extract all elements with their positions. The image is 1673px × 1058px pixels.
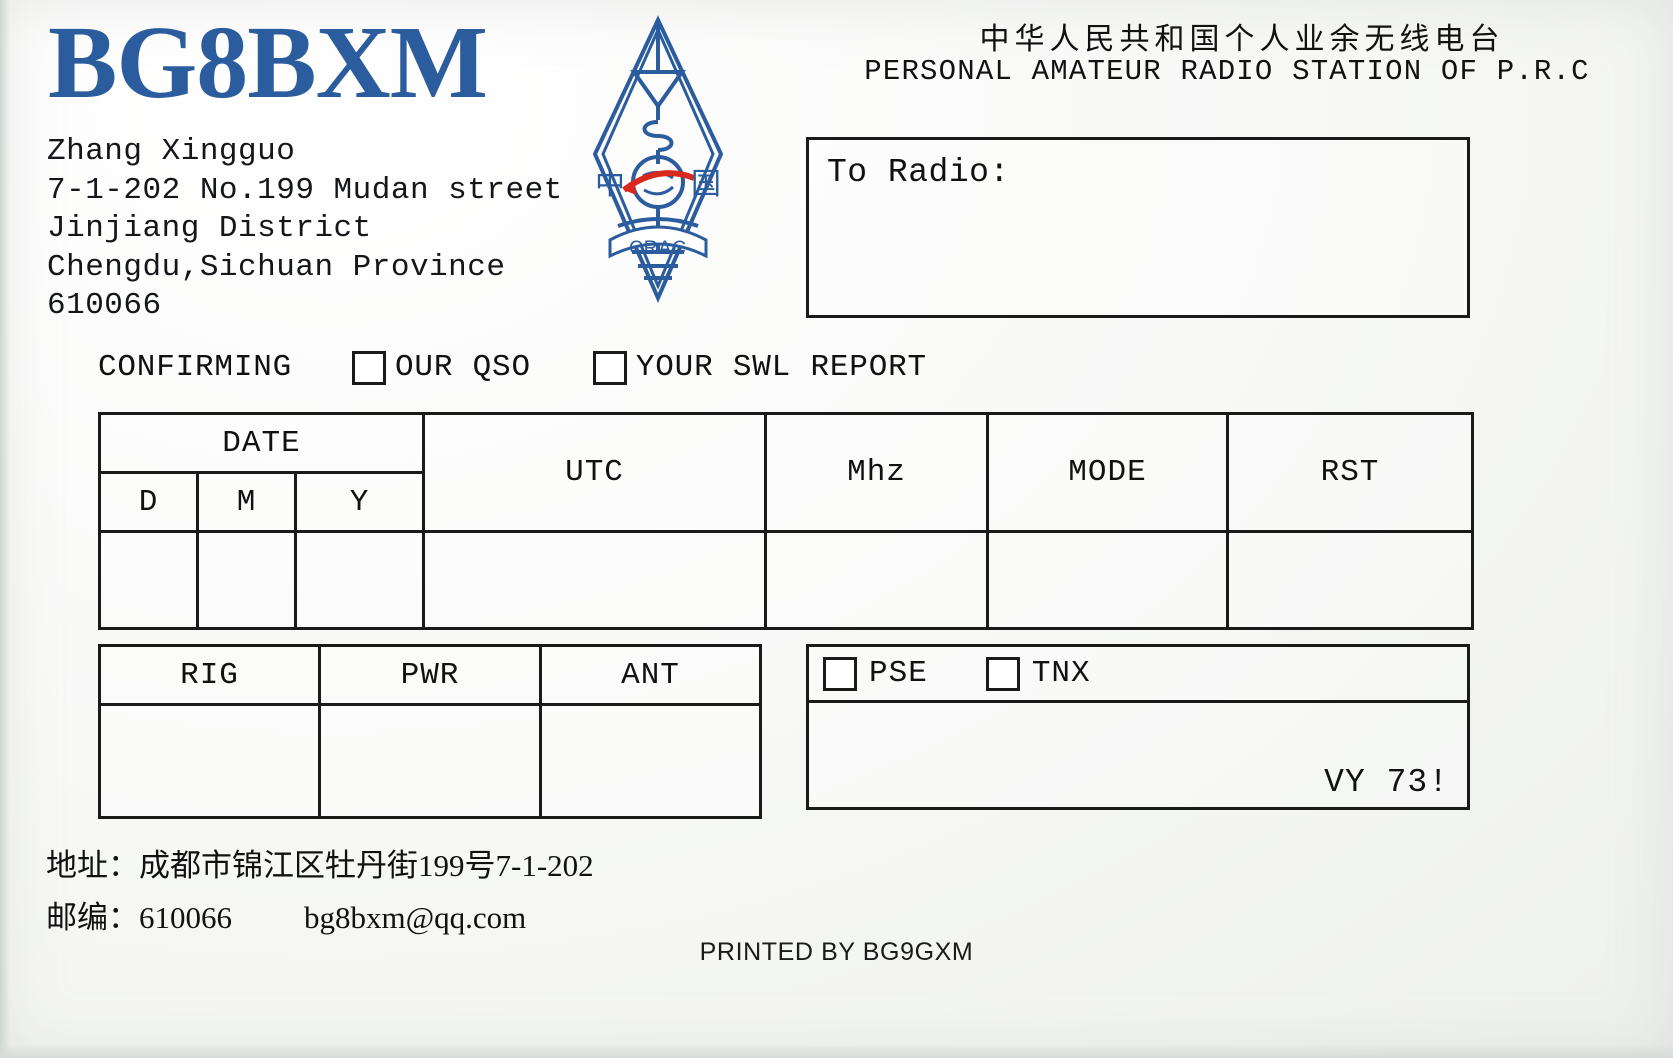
qsl-card: BG8BXM Zhang Xingguo 7-1-202 No.199 Muda…	[0, 0, 1673, 1058]
pse-tnx-box: PSE TNX VY 73!	[806, 644, 1470, 810]
crac-logo: 中 国 CRAC	[588, 14, 728, 304]
footer-zip-label: 邮编：	[46, 900, 139, 935]
qso-table-header-row: DATE UTC Mhz MODE RST	[98, 412, 1474, 533]
footer-address-label: 地址：	[46, 848, 139, 883]
tnx-label: TNX	[1031, 656, 1091, 691]
pse-label: PSE	[869, 656, 928, 691]
checkbox-our-qso[interactable]	[352, 350, 387, 385]
confirming-label: CONFIRMING	[98, 350, 293, 385]
footer-address-row: 地址： 成都市锦江区牡丹街199号7-1-202	[46, 840, 594, 892]
confirming-option-label: OUR QSO	[395, 350, 531, 385]
header-title-english: PERSONAL AMATEUR RADIO STATION OF P.R.C	[864, 55, 1590, 88]
qso-value-mhz[interactable]	[764, 530, 989, 630]
confirming-row: CONFIRMING OUR QSO YOUR SWL REPORT	[98, 350, 927, 385]
footer-address-chinese: 地址： 成都市锦江区牡丹街199号7-1-202 邮编： 610066 bg8b…	[46, 840, 594, 944]
logo-char-right: 国	[691, 168, 721, 201]
scan-edge-bottom	[0, 1044, 1673, 1058]
rig-header-rig: RIG	[98, 644, 321, 706]
qso-value-day[interactable]	[98, 530, 199, 630]
station-address-english: Zhang Xingguo 7-1-202 No.199 Mudan stree…	[47, 133, 563, 326]
rig-value-rig[interactable]	[98, 703, 321, 819]
checkbox-tnx[interactable]	[985, 656, 1020, 691]
confirming-option-your-swl-report[interactable]: YOUR SWL REPORT	[592, 350, 927, 385]
confirming-option-label: YOUR SWL REPORT	[635, 350, 927, 385]
address-line: Jinjiang District	[47, 211, 372, 246]
station-equipment-table: RIG PWR ANT	[98, 644, 762, 819]
checkbox-pse[interactable]	[823, 656, 857, 691]
qso-log-table: DATE UTC Mhz MODE RST D M Y	[98, 412, 1474, 630]
footer-email: bg8bxm@qq.com	[304, 900, 527, 935]
footer-address-value: 成都市锦江区牡丹街199号7-1-202	[139, 848, 594, 883]
qso-subheader-month: M	[196, 471, 297, 533]
pse-tnx-header: PSE TNX	[809, 647, 1467, 703]
qso-value-month[interactable]	[196, 530, 297, 630]
qso-header-utc: UTC	[422, 412, 767, 533]
checkbox-your-swl-report[interactable]	[592, 350, 627, 385]
footer-zip-value: 610066	[139, 900, 232, 935]
signoff-text: VY 73!	[1324, 764, 1449, 801]
address-line: Chengdu,Sichuan Province	[47, 249, 506, 285]
callsign: BG8BXM	[48, 5, 488, 120]
address-line: 7-1-202 No.199 Mudan street	[47, 172, 563, 208]
crac-logo-icon: 中 国 CRAC	[592, 15, 724, 303]
printed-by-credit: PRINTED BY BG9GXM	[699, 938, 974, 966]
rig-value-pwr[interactable]	[318, 703, 542, 819]
to-radio-box[interactable]: To Radio:	[806, 137, 1470, 318]
qso-value-utc[interactable]	[422, 530, 767, 630]
rig-table-header-row: RIG PWR ANT	[98, 644, 762, 706]
logo-char-left: 中	[595, 168, 625, 201]
qso-header-rst: RST	[1226, 412, 1474, 533]
qso-subheader-day: D	[98, 471, 199, 533]
qso-header-mhz: Mhz	[764, 412, 989, 533]
qso-value-mode[interactable]	[986, 530, 1229, 630]
logo-org-abbrev: CRAC	[629, 238, 687, 259]
rig-table-entry-row	[98, 703, 762, 819]
to-radio-value[interactable]	[827, 202, 1449, 305]
rig-header-ant: ANT	[539, 644, 762, 706]
rig-header-pwr: PWR	[318, 644, 542, 706]
qso-subheader-year: Y	[294, 471, 425, 533]
qso-header-mode: MODE	[986, 412, 1229, 533]
qso-header-date: DATE	[98, 412, 425, 474]
to-radio-label: To Radio:	[827, 154, 1010, 191]
qso-table-entry-row	[98, 530, 1474, 630]
address-line: Zhang Xingguo	[47, 134, 296, 169]
qso-value-year[interactable]	[294, 530, 425, 630]
header-title-chinese: 中华人民共和国个人业余无线电台	[979, 23, 1505, 56]
confirming-option-our-qso[interactable]: OUR QSO	[352, 350, 531, 385]
address-line: 610066	[47, 288, 162, 323]
rig-value-ant[interactable]	[539, 703, 762, 819]
remarks-area[interactable]	[823, 707, 1453, 763]
qso-value-rst[interactable]	[1226, 530, 1474, 630]
footer-zip-row: 邮编： 610066 bg8bxm@qq.com	[46, 892, 594, 944]
scan-edge-left	[0, 0, 10, 1058]
